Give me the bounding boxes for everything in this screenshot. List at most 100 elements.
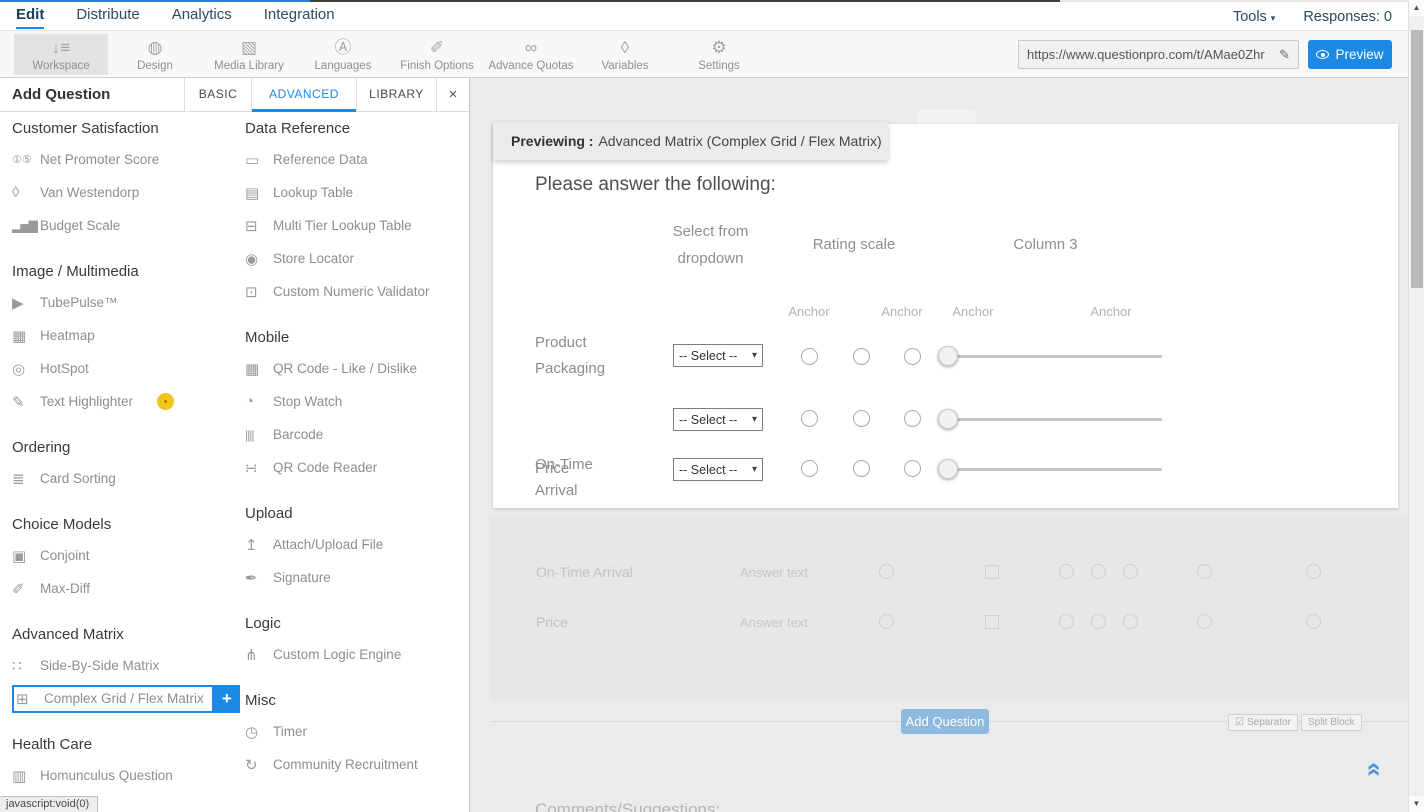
section-heading-data-reference: Data Reference [245,114,473,143]
radio-price-3[interactable] [904,460,921,477]
split-block-button[interactable]: Split Block [1301,714,1362,731]
radio-on-time-arrival-3[interactable] [904,410,921,427]
survey-url-value: https://www.questionpro.com/t/AMae0Zhr [1027,47,1273,62]
tab-advanced[interactable]: ADVANCED [251,78,356,112]
scrollbar-down-arrow[interactable]: ▼ [1409,796,1424,812]
editor-background-panel: On-Time Arrival Answer text Price Answer… [490,518,1409,701]
editor-radio [1059,614,1074,629]
question-type-custom-logic-engine[interactable]: ⋔ Custom Logic Engine [245,638,473,671]
question-type-lookup-table[interactable]: ▤ Lookup Table [245,176,473,209]
previewing-banner: Previewing : Advanced Matrix (Complex Gr… [493,122,888,160]
tab-basic[interactable]: BASIC [184,78,251,112]
toolbar-button-settings[interactable]: ⚙ Settings [672,34,766,75]
question-type-custom-numeric-validator[interactable]: ⊡ Custom Numeric Validator [245,275,473,308]
page-scrollbar[interactable]: ▲ ▼ [1408,0,1424,812]
toolbar: ↓≡ Workspace ◍ Design ▧ Media Library Ⓐ … [0,30,1424,78]
qr-code-icon: ▦ [245,360,273,378]
question-type-hotspot[interactable]: ◎ HotSpot [12,352,240,385]
logic-engine-icon: ⋔ [245,646,273,664]
section-heading-misc: Misc [245,686,473,715]
chevron-down-icon: ▾ [752,464,757,475]
column-header-rating-scale: Rating scale [803,236,905,253]
toolbar-button-languages[interactable]: Ⓐ Languages [296,34,390,75]
question-type-community-recruitment[interactable]: ↻ Community Recruitment [245,748,473,781]
question-type-timer[interactable]: ◷ Timer [245,715,473,748]
signature-icon: ✒ [245,569,273,587]
toolbar-button-design[interactable]: ◍ Design [108,34,202,75]
dropdown-select-product-packaging[interactable]: -- Select -- ▾ [673,344,763,367]
editor-answer-text: Answer text [740,565,808,580]
radio-price-2[interactable] [853,460,870,477]
scrollbar-up-arrow[interactable]: ▲ [1409,0,1424,16]
question-type-multi-tier-lookup-table[interactable]: ⊟ Multi Tier Lookup Table [245,209,473,242]
preview-button[interactable]: Preview [1308,40,1392,69]
question-type-side-by-side-matrix[interactable]: ∷ Side-By-Side Matrix [12,649,240,682]
separator-button[interactable]: ☑ Separator [1228,714,1298,731]
radio-on-time-arrival-1[interactable] [801,410,818,427]
scrollbar-thumb[interactable] [1411,30,1423,288]
nav-tab-integration[interactable]: Integration [264,3,335,29]
question-type-homunculus[interactable]: ▥ Homunculus Question [12,759,240,792]
anchor-label: Anchor [943,304,1003,319]
row-label-price: Price [535,456,595,482]
question-type-van-westendorp[interactable]: ◊ Van Westendorp [12,176,240,209]
bar-chart-icon: ▂▅▇ [12,219,40,233]
edit-url-icon[interactable]: ✎ [1273,47,1290,63]
question-type-max-diff[interactable]: ✐ Max-Diff [12,572,240,605]
radio-product-packaging-2[interactable] [853,348,870,365]
slider-handle-on-time-arrival[interactable] [938,409,958,429]
question-type-complex-grid-flex-matrix[interactable]: ⊞ Complex Grid / Flex Matrix + [12,682,240,715]
editor-answer-text: Answer text [740,615,808,630]
question-type-card-sorting[interactable]: ≣ Card Sorting [12,462,240,495]
question-type-tubepulse[interactable]: ▶ TubePulse™ [12,286,240,319]
upload-icon: ↥ [245,536,273,554]
question-type-stop-watch[interactable]: ◔ Stop Watch [245,385,473,418]
column-header-dropdown: Select from dropdown [653,218,768,272]
new-feature-badge: ▪ [157,393,174,410]
slider-track-product-packaging [938,355,1162,358]
question-type-store-locator[interactable]: ◉ Store Locator [245,242,473,275]
editor-radio [879,614,894,629]
slider-handle-product-packaging[interactable] [938,346,958,366]
slider-handle-price[interactable] [938,459,958,479]
toolbar-button-variables[interactable]: ◊ Variables [578,34,672,75]
toolbar-button-media-library[interactable]: ▧ Media Library [202,34,296,75]
toolbar-button-workspace[interactable]: ↓≡ Workspace [14,34,108,75]
add-question-button[interactable]: Add Question [901,709,989,734]
question-type-qr-code-like-dislike[interactable]: ▦ QR Code - Like / Dislike [245,352,473,385]
toolbar-button-advance-quotas[interactable]: ∞ Advance Quotas [484,34,578,75]
tools-menu[interactable]: Tools▾ [1233,9,1275,25]
question-type-signature[interactable]: ✒ Signature [245,561,473,594]
nav-tab-analytics[interactable]: Analytics [172,3,232,29]
hidden-tab-fragment [918,110,976,124]
question-type-reference-data[interactable]: ▭ Reference Data [245,143,473,176]
radio-product-packaging-3[interactable] [904,348,921,365]
barcode-icon: |||| [245,428,273,442]
question-type-attach-upload-file[interactable]: ↥ Attach/Upload File [245,528,473,561]
question-type-net-promoter-score[interactable]: ①⑤ Net Promoter Score [12,143,240,176]
dropdown-select-price[interactable]: -- Select -- ▾ [673,458,763,481]
question-type-heatmap[interactable]: ▦ Heatmap [12,319,240,352]
toolbar-button-finish-options[interactable]: ✐ Finish Options [390,34,484,75]
checkbox-checked-icon: ☑ [1235,717,1244,728]
question-type-qr-code-reader[interactable]: ∺ QR Code Reader [245,451,473,484]
add-selected-question-button[interactable]: + [214,685,240,713]
question-type-text-highlighter[interactable]: ✎ Text Highlighter ▪ [12,385,240,418]
responses-count[interactable]: Responses: 0 [1303,9,1392,25]
question-type-conjoint[interactable]: ▣ Conjoint [12,539,240,572]
question-type-budget-scale[interactable]: ▂▅▇ Budget Scale [12,209,240,242]
nav-tab-edit[interactable]: Edit [16,3,44,29]
close-icon[interactable]: × [436,78,469,112]
nav-tab-distribute[interactable]: Distribute [76,3,139,29]
dropdown-select-on-time-arrival[interactable]: -- Select -- ▾ [673,408,763,431]
anchor-label: Anchor [872,304,932,319]
radio-price-1[interactable] [801,460,818,477]
tab-library[interactable]: LIBRARY [356,78,436,112]
scroll-to-top-icon[interactable]: « [1360,762,1391,776]
editor-row-label: Price [536,614,568,630]
radio-product-packaging-1[interactable] [801,348,818,365]
survey-url-field[interactable]: https://www.questionpro.com/t/AMae0Zhr ✎ [1018,40,1299,69]
question-type-barcode[interactable]: |||| Barcode [245,418,473,451]
radio-on-time-arrival-2[interactable] [853,410,870,427]
editor-radio [879,564,894,579]
